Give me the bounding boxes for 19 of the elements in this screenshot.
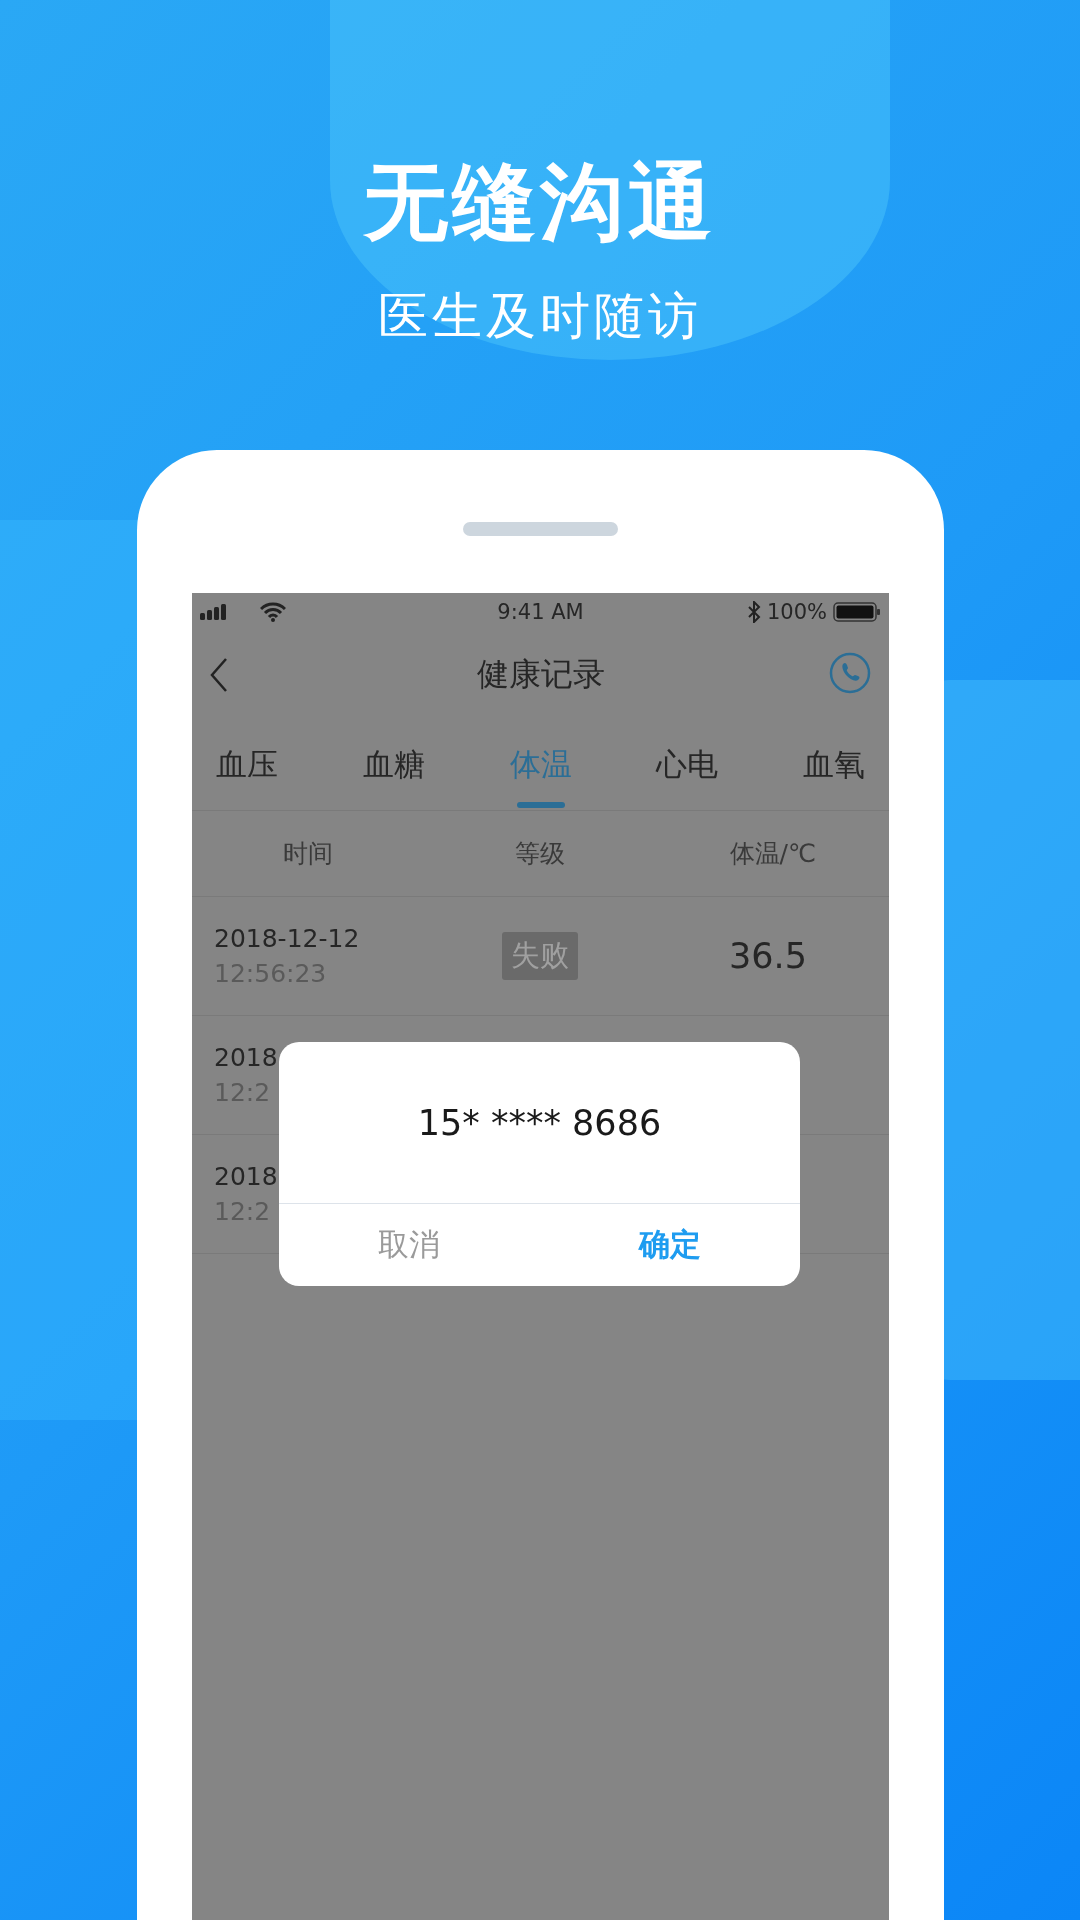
page-title: 健康记录 bbox=[476, 654, 605, 695]
category-tab[interactable]: 心电 bbox=[656, 720, 719, 810]
phone-number: 15* **** 8686 bbox=[417, 1102, 662, 1143]
column-header: 时间 bbox=[282, 838, 335, 870]
battery-percent: 100% bbox=[766, 599, 827, 624]
category-tab[interactable]: 血糖 bbox=[362, 720, 425, 810]
temperature-value: 36.5 bbox=[729, 936, 807, 976]
column-header: 等级 bbox=[514, 838, 567, 870]
headline: 无缝沟通 bbox=[364, 152, 716, 252]
category-tab[interactable]: 血氧 bbox=[803, 720, 865, 810]
record-date: 2018 bbox=[214, 1043, 279, 1072]
column-header: 体温/℃ bbox=[728, 838, 818, 870]
record-date: 2018 bbox=[214, 1162, 279, 1191]
category-tab[interactable]: 血压 bbox=[216, 720, 278, 810]
record-date: 2018-12-12 bbox=[214, 924, 361, 953]
status-time: 9:41 AM bbox=[497, 600, 584, 624]
cancel-button[interactable]: 取消 bbox=[279, 1204, 540, 1286]
confirm-button[interactable]: 确定 bbox=[539, 1204, 800, 1286]
subheadline: 医生及时随访 bbox=[378, 286, 702, 346]
